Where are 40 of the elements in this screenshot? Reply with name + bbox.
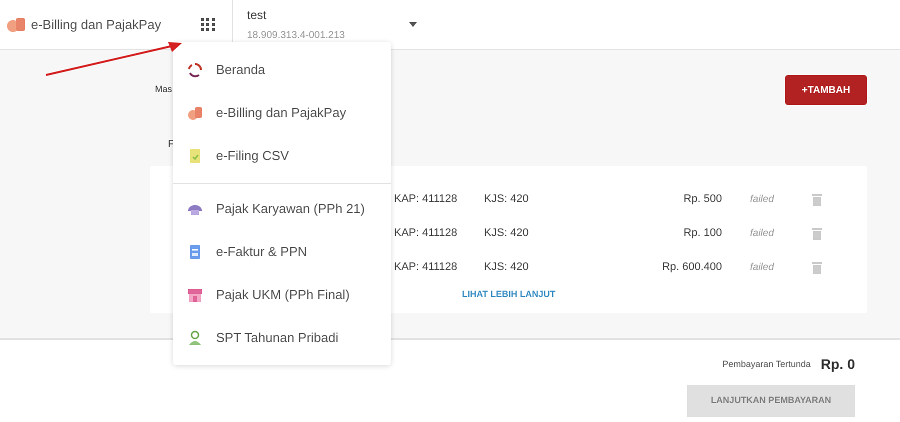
see-more-link[interactable]: LIHAT LEBIH LANJUT bbox=[462, 288, 867, 302]
section-label: Mas bbox=[155, 83, 172, 96]
coins-icon bbox=[6, 16, 26, 34]
trash-icon[interactable] bbox=[812, 260, 822, 274]
payment-status: failed bbox=[750, 260, 776, 274]
menu-item[interactable]: e-Faktur & PPN bbox=[173, 230, 391, 273]
app-name: e-Billing dan PajakPay bbox=[31, 16, 162, 34]
menu-item[interactable]: Pajak UKM (PPh Final) bbox=[173, 273, 391, 316]
kjs-code: KJS: 420 bbox=[484, 226, 530, 241]
ring-icon bbox=[187, 62, 203, 78]
pending-amount: Rp. 0 bbox=[820, 355, 855, 374]
caret-icon bbox=[409, 22, 417, 27]
kap-code: KAP: 411128 bbox=[394, 260, 458, 275]
payment-status: failed bbox=[750, 226, 776, 240]
invoice-icon bbox=[187, 244, 203, 260]
store-icon bbox=[187, 286, 203, 302]
payment-status: failed bbox=[750, 192, 776, 206]
kap-code: KAP: 411128 bbox=[394, 226, 458, 241]
menu-item[interactable]: e-Billing dan PajakPay bbox=[173, 91, 391, 134]
add-button[interactable]: +TAMBAH bbox=[785, 75, 867, 105]
account-name: test bbox=[247, 7, 268, 24]
kjs-code: KJS: 420 bbox=[484, 192, 530, 207]
apps-grid-icon[interactable] bbox=[201, 18, 215, 32]
trash-icon[interactable] bbox=[812, 192, 822, 206]
menu-item[interactable]: SPT Tahunan Pribadi bbox=[173, 316, 391, 359]
person-icon bbox=[187, 330, 203, 346]
kjs-code: KJS: 420 bbox=[484, 260, 530, 275]
trash-icon[interactable] bbox=[812, 226, 822, 240]
amount: Rp. 500 bbox=[682, 192, 722, 207]
pending-label: Pembayaran Tertunda bbox=[722, 358, 811, 371]
menu-item[interactable]: e-Filing CSV bbox=[173, 134, 391, 177]
document-icon bbox=[187, 148, 203, 164]
account-selector[interactable]: test 18.909.313.4-001.213 bbox=[247, 6, 417, 43]
coins-icon bbox=[187, 104, 203, 120]
menu-item[interactable]: Pajak Karyawan (PPh 21) bbox=[173, 187, 391, 230]
amount: Rp. 600.400 bbox=[661, 260, 722, 275]
menu-item[interactable]: Beranda bbox=[173, 48, 391, 91]
account-npwp: 18.909.313.4-001.213 bbox=[247, 29, 346, 43]
kap-code: KAP: 411128 bbox=[394, 192, 458, 207]
amount: Rp. 100 bbox=[682, 226, 722, 241]
